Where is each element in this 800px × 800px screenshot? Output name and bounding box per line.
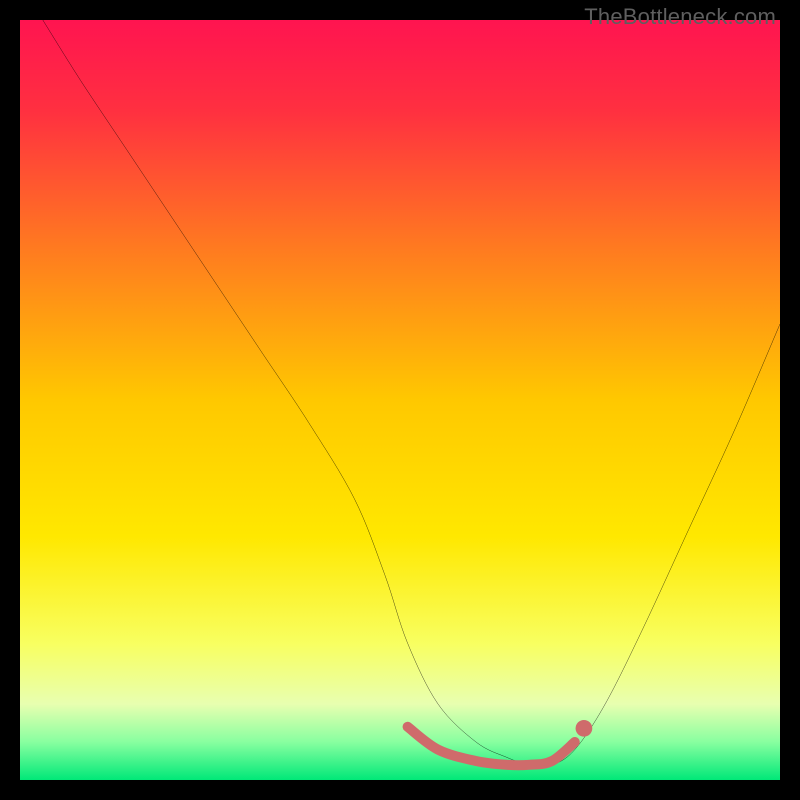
chart-frame: TheBottleneck.com	[0, 0, 800, 800]
highlight-segment	[20, 20, 780, 780]
plot-area	[20, 20, 780, 780]
